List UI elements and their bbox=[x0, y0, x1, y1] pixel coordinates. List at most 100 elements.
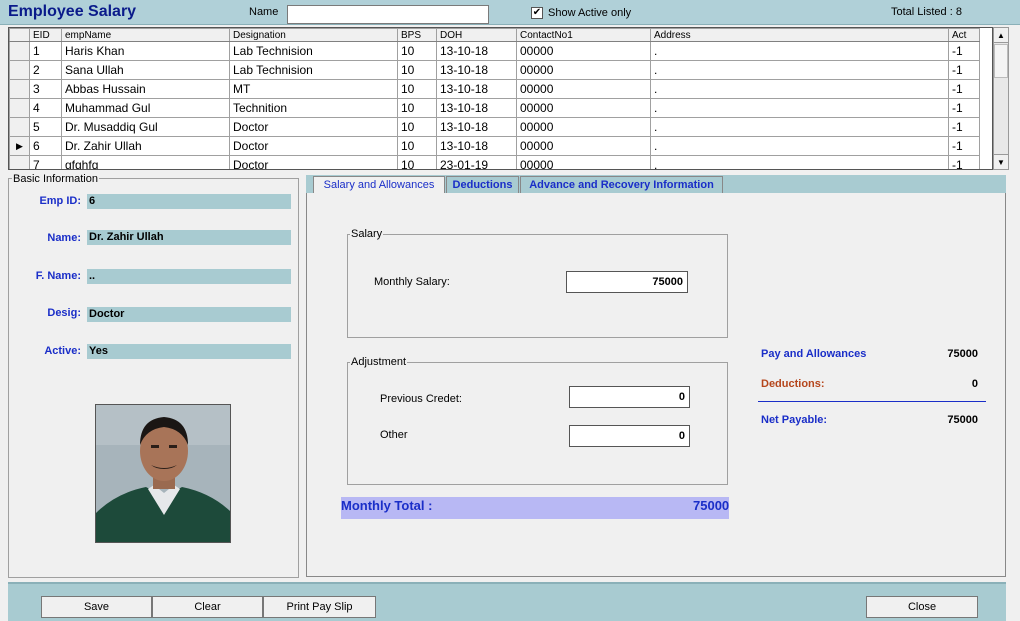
cell-empname[interactable]: Abbas Hussain bbox=[61, 79, 230, 99]
cell-bps[interactable]: 10 bbox=[397, 117, 437, 137]
col-header-act[interactable]: Act bbox=[948, 28, 980, 42]
scroll-up-icon[interactable]: ▲ bbox=[993, 27, 1009, 43]
cell-doh[interactable]: 23-01-19 bbox=[436, 155, 517, 169]
cell-empname[interactable]: Dr. Musaddiq Gul bbox=[61, 117, 230, 137]
cell-act[interactable]: -1 bbox=[948, 136, 980, 156]
cell-doh[interactable]: 13-10-18 bbox=[436, 60, 517, 80]
save-button[interactable]: Save bbox=[41, 596, 152, 618]
monthly-salary-label: Monthly Salary: bbox=[374, 276, 450, 288]
cell-contact[interactable]: 00000 bbox=[516, 98, 651, 118]
cell-doh[interactable]: 13-10-18 bbox=[436, 117, 517, 137]
cell-eid[interactable]: 5 bbox=[29, 117, 62, 137]
cell-designation[interactable]: Doctor bbox=[229, 117, 398, 137]
cell-designation[interactable]: Doctor bbox=[229, 155, 398, 169]
cell-address[interactable]: . bbox=[650, 155, 949, 169]
table-row[interactable]: 1 Haris Khan Lab Technision 10 13-10-18 … bbox=[9, 41, 980, 61]
cell-eid[interactable]: 1 bbox=[29, 41, 62, 61]
scroll-down-icon[interactable]: ▼ bbox=[993, 154, 1009, 170]
cell-empname[interactable]: Dr. Zahir Ullah bbox=[61, 136, 230, 156]
cell-empname[interactable]: gfghfg bbox=[61, 155, 230, 169]
cell-bps[interactable]: 10 bbox=[397, 60, 437, 80]
show-active-checkbox[interactable]: ✔ bbox=[531, 7, 543, 19]
row-selector[interactable] bbox=[9, 41, 30, 61]
cell-address[interactable]: . bbox=[650, 60, 949, 80]
cell-bps[interactable]: 10 bbox=[397, 155, 437, 169]
cell-act[interactable]: -1 bbox=[948, 155, 980, 169]
cell-designation[interactable]: MT bbox=[229, 79, 398, 99]
print-pay-slip-button[interactable]: Print Pay Slip bbox=[263, 596, 376, 618]
col-header-doh[interactable]: DOH bbox=[436, 28, 517, 42]
tab-advance-recovery[interactable]: Advance and Recovery Information bbox=[520, 176, 723, 194]
cell-eid[interactable]: 3 bbox=[29, 79, 62, 99]
cell-empname[interactable]: Muhammad Gul bbox=[61, 98, 230, 118]
close-button[interactable]: Close bbox=[866, 596, 978, 618]
cell-designation[interactable]: Technition bbox=[229, 98, 398, 118]
cell-doh[interactable]: 13-10-18 bbox=[436, 98, 517, 118]
net-payable-label: Net Payable: bbox=[761, 414, 828, 426]
cell-contact[interactable]: 00000 bbox=[516, 41, 651, 61]
clear-button[interactable]: Clear bbox=[152, 596, 263, 618]
cell-contact[interactable]: 00000 bbox=[516, 79, 651, 99]
cell-act[interactable]: -1 bbox=[948, 79, 980, 99]
name-filter-input[interactable] bbox=[287, 5, 489, 24]
cell-bps[interactable]: 10 bbox=[397, 98, 437, 118]
tab-deductions[interactable]: Deductions bbox=[446, 176, 519, 194]
row-selector[interactable] bbox=[9, 98, 30, 118]
col-header-address[interactable]: Address bbox=[650, 28, 949, 42]
cell-designation[interactable]: Doctor bbox=[229, 136, 398, 156]
row-selector[interactable] bbox=[9, 117, 30, 137]
col-header-empname[interactable]: empName bbox=[61, 28, 230, 42]
cell-empname[interactable]: Haris Khan bbox=[61, 41, 230, 61]
cell-address[interactable]: . bbox=[650, 98, 949, 118]
scroll-thumb[interactable] bbox=[994, 44, 1008, 78]
row-selector[interactable] bbox=[9, 79, 30, 99]
cell-bps[interactable]: 10 bbox=[397, 41, 437, 61]
cell-contact[interactable]: 00000 bbox=[516, 155, 651, 169]
grid-header-row: EID empName Designation BPS DOH ContactN… bbox=[9, 28, 980, 42]
cell-act[interactable]: -1 bbox=[948, 60, 980, 80]
table-row[interactable]: 4 Muhammad Gul Technition 10 13-10-18 00… bbox=[9, 98, 980, 118]
show-active-label[interactable]: Show Active only bbox=[548, 7, 631, 19]
cell-contact[interactable]: 00000 bbox=[516, 60, 651, 80]
col-header-designation[interactable]: Designation bbox=[229, 28, 398, 42]
cell-designation[interactable]: Lab Technision bbox=[229, 60, 398, 80]
table-row-current[interactable]: ▶ 6 Dr. Zahir Ullah Doctor 10 13-10-18 0… bbox=[9, 136, 980, 156]
cell-doh[interactable]: 13-10-18 bbox=[436, 136, 517, 156]
adjustment-group bbox=[347, 362, 728, 485]
table-row[interactable]: 2 Sana Ullah Lab Technision 10 13-10-18 … bbox=[9, 60, 980, 80]
col-header-bps[interactable]: BPS bbox=[397, 28, 437, 42]
cell-contact[interactable]: 00000 bbox=[516, 117, 651, 137]
cell-bps[interactable]: 10 bbox=[397, 136, 437, 156]
current-row-marker-icon[interactable]: ▶ bbox=[9, 136, 30, 156]
table-row[interactable]: 5 Dr. Musaddiq Gul Doctor 10 13-10-18 00… bbox=[9, 117, 980, 137]
cell-doh[interactable]: 13-10-18 bbox=[436, 79, 517, 99]
cell-act[interactable]: -1 bbox=[948, 98, 980, 118]
cell-eid[interactable]: 2 bbox=[29, 60, 62, 80]
cell-doh[interactable]: 13-10-18 bbox=[436, 41, 517, 61]
previous-credit-input[interactable] bbox=[569, 386, 690, 408]
cell-address[interactable]: . bbox=[650, 136, 949, 156]
cell-eid[interactable]: 6 bbox=[29, 136, 62, 156]
cell-act[interactable]: -1 bbox=[948, 117, 980, 137]
deductions-value: 0 bbox=[971, 378, 978, 390]
col-header-eid[interactable]: EID bbox=[29, 28, 62, 42]
cell-empname[interactable]: Sana Ullah bbox=[61, 60, 230, 80]
cell-address[interactable]: . bbox=[650, 41, 949, 61]
row-selector[interactable] bbox=[9, 155, 30, 169]
employee-grid[interactable]: EID empName Designation BPS DOH ContactN… bbox=[8, 27, 993, 170]
monthly-salary-input[interactable] bbox=[566, 271, 688, 293]
other-input[interactable] bbox=[569, 425, 690, 447]
row-selector-header bbox=[9, 28, 30, 42]
table-row[interactable]: 7 gfghfg Doctor 10 23-01-19 00000 . -1 bbox=[9, 155, 980, 169]
cell-bps[interactable]: 10 bbox=[397, 79, 437, 99]
cell-contact[interactable]: 00000 bbox=[516, 136, 651, 156]
cell-address[interactable]: . bbox=[650, 79, 949, 99]
col-header-contact[interactable]: ContactNo1 bbox=[516, 28, 651, 42]
cell-address[interactable]: . bbox=[650, 117, 949, 137]
cell-eid[interactable]: 7 bbox=[29, 155, 62, 169]
table-row[interactable]: 3 Abbas Hussain MT 10 13-10-18 00000 . -… bbox=[9, 79, 980, 99]
row-selector[interactable] bbox=[9, 60, 30, 80]
cell-designation[interactable]: Lab Technision bbox=[229, 41, 398, 61]
cell-eid[interactable]: 4 bbox=[29, 98, 62, 118]
cell-act[interactable]: -1 bbox=[948, 41, 980, 61]
